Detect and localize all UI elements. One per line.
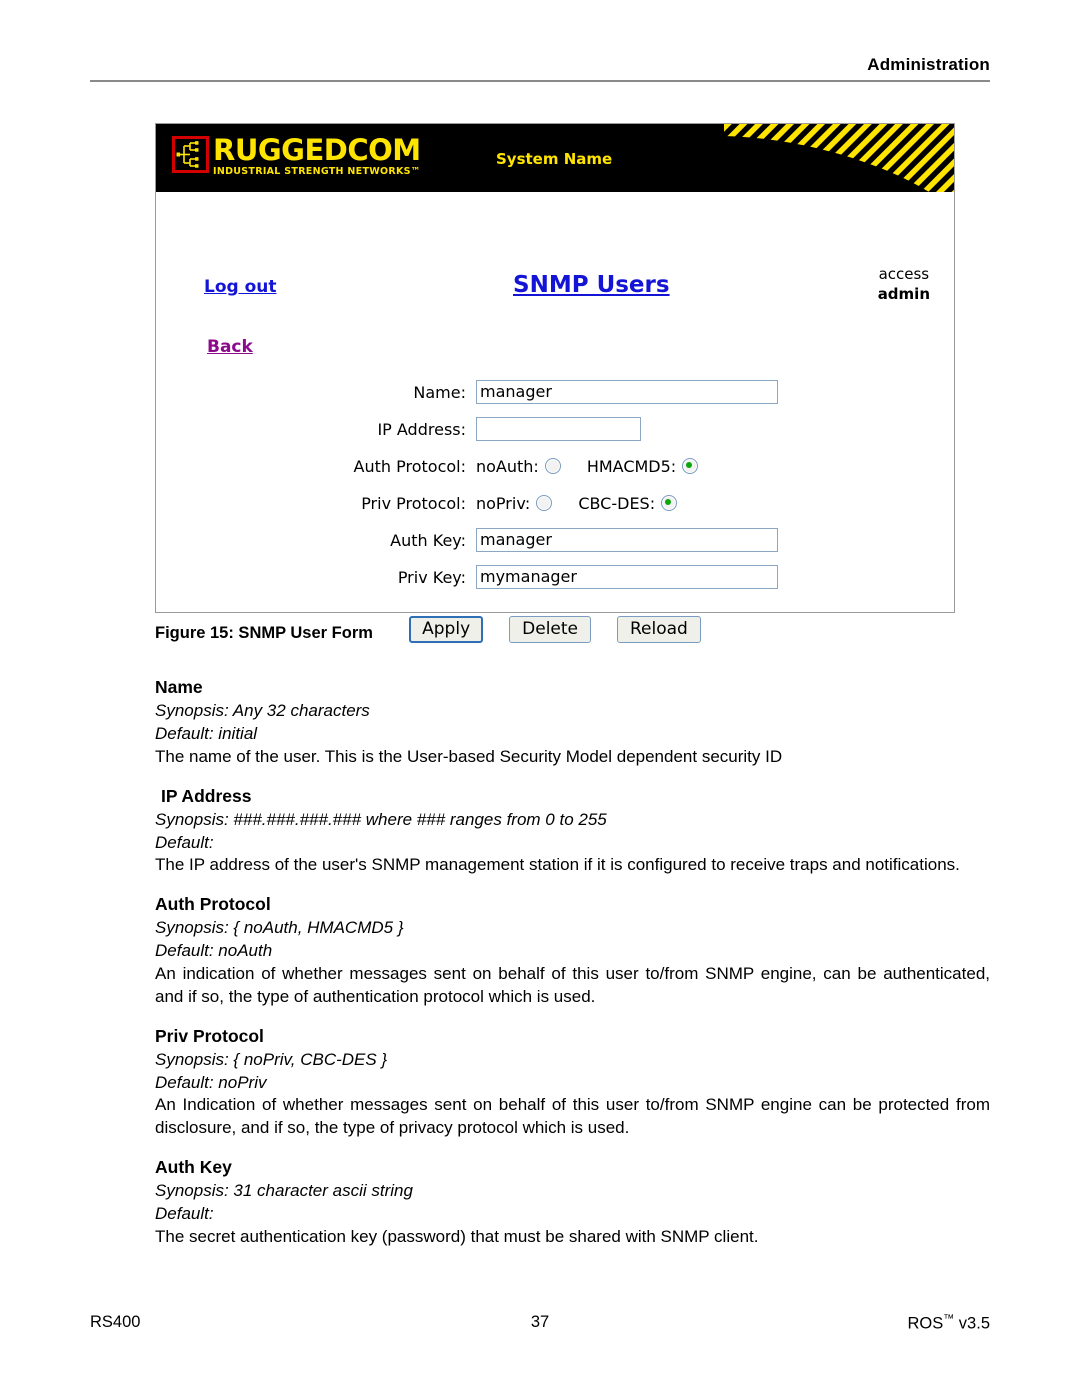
page-title-link[interactable]: SNMP Users [513,272,670,298]
section-auth-protocol: Auth Protocol Synopsis: { noAuth, HMACMD… [155,893,990,1008]
section-name: Name Synopsis: Any 32 characters Default… [155,676,990,769]
trademark-icon: ™ [943,1313,955,1325]
auth-hmacmd5-label: HMACMD5: [586,456,677,476]
form-row-priv-protocol: Priv Protocol: noPriv: CBC-DES: [156,485,954,521]
running-head-title: Administration [867,55,990,74]
apply-button[interactable]: Apply [409,616,484,643]
auth-protocol-label: Auth Protocol: [353,456,466,476]
name-label: Name: [413,382,466,402]
priv-cbcdes-label: CBC-DES: [578,493,656,513]
auth-key-label: Auth Key: [390,530,466,550]
priv-protocol-option-cbcdes[interactable]: CBC-DES: [578,493,678,513]
figure-snmp-user-form: RUGGEDCOM INDUSTRIAL STRENGTH NETWORKS™ … [155,123,955,643]
auth-protocol-option-hmacmd5[interactable]: HMACMD5: [586,456,699,476]
ip-address-input[interactable] [476,417,641,441]
system-name-label: System Name [496,150,613,168]
footer-version: ROS™ v3.5 [690,1313,990,1334]
delete-button[interactable]: Delete [509,616,591,643]
form-row-name: Name: [156,374,954,410]
form-row-auth-key: Auth Key: [156,522,954,558]
footer-page-number: 37 [530,1313,550,1331]
snmp-user-form: Name: IP Address: Auth Protocol: noAuth:… [156,374,954,596]
section-default: Default: noPriv [155,1072,267,1092]
priv-nopriv-label: noPriv: [476,493,531,513]
section-auth-key: Auth Key Synopsis: 31 character ascii st… [155,1156,990,1249]
section-synopsis: Synopsis: { noPriv, CBC-DES } [155,1049,388,1069]
section-heading: Auth Protocol [155,894,271,915]
page-running-head: Administration [90,55,990,82]
auth-noauth-radio[interactable] [544,458,561,474]
priv-cbcdes-radio[interactable] [661,495,678,511]
back-link[interactable]: Back [207,337,253,357]
priv-nopriv-radio[interactable] [536,495,553,511]
access-level-indicator: access admin [878,264,930,305]
form-row-priv-key: Priv Key: [156,559,954,595]
priv-protocol-label: Priv Protocol: [361,493,466,513]
name-input[interactable] [476,380,778,404]
auth-key-input[interactable] [476,528,778,552]
section-synopsis: Synopsis: { noAuth, HMACMD5 } [155,918,404,938]
section-heading: Name [155,677,203,697]
auth-hmacmd5-radio[interactable] [682,458,699,474]
form-row-ip-address: IP Address: [156,411,954,447]
logout-link[interactable]: Log out [204,277,277,297]
section-heading: Priv Protocol [155,1025,264,1046]
section-description: The name of the user. This is the User-b… [155,746,783,766]
logo-wordmark: RUGGEDCOM [213,133,421,167]
ruggedcom-logo: RUGGEDCOM INDUSTRIAL STRENGTH NETWORKS™ [172,136,421,177]
section-default: Default: noAuth [155,941,273,961]
section-synopsis: Synopsis: Any 32 characters [155,701,370,721]
browser-page-body: Log out SNMP Users Back access admin Nam… [156,192,954,643]
section-description: An Indication of whether messages sent o… [155,1095,990,1138]
access-value: admin [877,285,930,304]
header-rule [90,80,990,82]
auth-protocol-radio-group: noAuth: HMACMD5: [476,456,699,476]
priv-protocol-radio-group: noPriv: CBC-DES: [476,493,678,513]
priv-key-input[interactable] [476,565,778,589]
section-ip-address: IP Address Synopsis: ###.###.###.### whe… [155,785,990,878]
hazard-stripe-graphic [724,124,954,192]
form-row-auth-protocol: Auth Protocol: noAuth: HMACMD5: [156,448,954,484]
parameter-descriptions: Name Synopsis: Any 32 characters Default… [155,676,990,1265]
logo-tagline: INDUSTRIAL STRENGTH NETWORKS™ [213,166,421,177]
section-synopsis: Synopsis: 31 character ascii string [155,1181,413,1201]
section-synopsis: Synopsis: ###.###.###.### where ### rang… [155,809,607,829]
section-default: Default: initial [155,724,258,743]
auth-protocol-option-noauth[interactable]: noAuth: [476,457,561,476]
footer-product-code: RS400 [90,1313,141,1331]
section-default: Default: [155,1204,214,1224]
section-default: Default: [155,832,214,852]
footer-os-version: v3.5 [954,1314,990,1333]
priv-key-label: Priv Key: [397,567,466,587]
section-heading: IP Address [161,785,252,806]
section-description: The secret authentication key (password)… [155,1226,759,1246]
network-tree-icon [172,136,209,173]
section-heading: Auth Key [155,1157,232,1178]
reload-button[interactable]: Reload [617,616,701,643]
priv-protocol-option-nopriv[interactable]: noPriv: [476,493,553,513]
section-description: An indication of whether messages sent o… [155,963,990,1006]
section-priv-protocol: Priv Protocol Synopsis: { noPriv, CBC-DE… [155,1025,990,1140]
figure-caption: Figure 15: SNMP User Form [155,624,373,642]
brand-bar: RUGGEDCOM INDUSTRIAL STRENGTH NETWORKS™ … [156,124,954,192]
section-description: The IP address of the user's SNMP manage… [155,855,960,875]
footer-os-name: ROS [907,1314,944,1333]
page-footer: RS400 37 ROS™ v3.5 [90,1313,990,1334]
access-label: access [878,265,930,283]
auth-noauth-label: noAuth: [476,456,539,476]
ip-address-label: IP Address: [377,419,466,439]
